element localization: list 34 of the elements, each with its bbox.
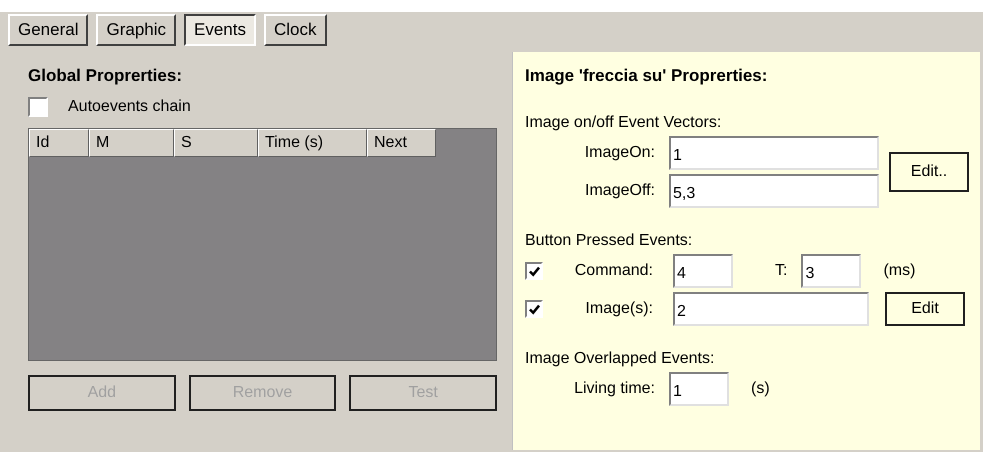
checkbox[interactable] <box>525 262 543 280</box>
column-header[interactable]: S <box>174 129 258 157</box>
tab[interactable]: Graphic <box>96 14 176 46</box>
column-header[interactable]: M <box>89 129 174 157</box>
input-field[interactable]: 1 <box>669 372 729 406</box>
column-header[interactable]: Id <box>29 129 89 157</box>
group-heading: Image Overlapped Events: <box>525 349 716 369</box>
checkbox-label: Autoevents chain <box>68 98 191 116</box>
input-field[interactable]: 5,3 <box>669 174 879 208</box>
tab[interactable]: Events <box>184 14 256 46</box>
column-header[interactable]: Next <box>367 129 436 157</box>
field-label: ImageOff: <box>584 182 656 200</box>
checkbox[interactable] <box>525 300 543 318</box>
unit-label: (ms) <box>883 262 916 280</box>
checkbox[interactable] <box>28 97 48 117</box>
tab[interactable]: Clock <box>264 14 327 46</box>
edit-button[interactable]: Edit <box>885 292 965 326</box>
field-label: Command: <box>574 262 654 280</box>
column-header[interactable]: Time (s) <box>258 129 367 157</box>
field-label: T: <box>775 262 788 280</box>
input-field[interactable]: 3 <box>801 254 862 288</box>
input-field[interactable]: 1 <box>669 136 879 170</box>
input-field[interactable]: 2 <box>673 292 869 326</box>
section-title: Image 'freccia su' Proprerties: <box>525 65 768 87</box>
group-heading: Button Pressed Events: <box>525 231 694 251</box>
input-field[interactable]: 4 <box>673 254 733 288</box>
tab[interactable]: General <box>8 14 88 46</box>
field-label: Living time: <box>573 380 656 398</box>
section-title: Global Proprerties: <box>28 65 183 87</box>
group-heading: Image on/off Event Vectors: <box>525 113 722 133</box>
unit-label: (s) <box>751 380 770 398</box>
edit-button[interactable]: Edit.. <box>889 152 969 192</box>
field-label: ImageOn: <box>584 144 656 162</box>
field-label: Image(s): <box>584 300 654 318</box>
